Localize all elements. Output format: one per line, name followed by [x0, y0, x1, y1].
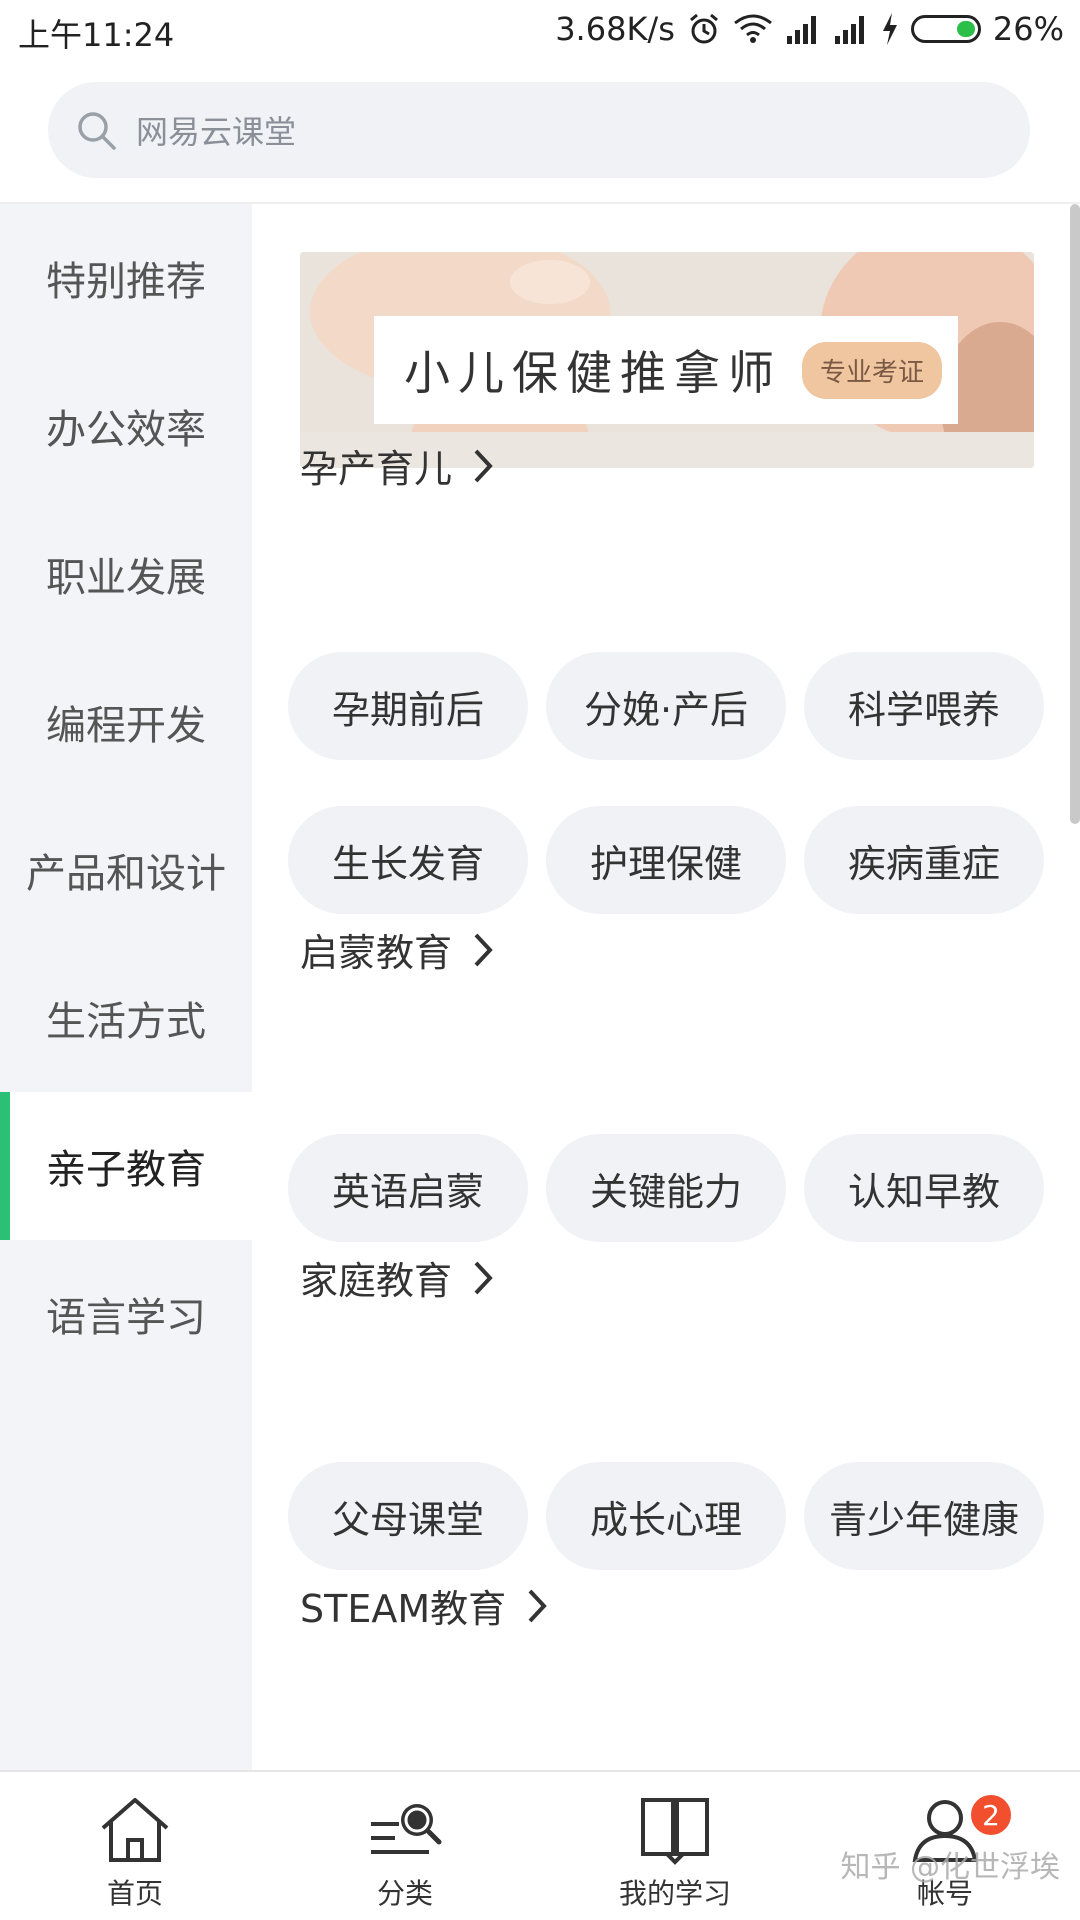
network-speed: 3.68K/s [555, 10, 675, 48]
section-title-label: 孕产育儿 [300, 447, 453, 491]
chip-pregnancy[interactable]: 孕期前后 [288, 652, 528, 760]
sidebar-item-label: 语言学习 [46, 1295, 206, 1341]
watermark: 知乎 @化世浮埃 [840, 1850, 1060, 1885]
sidebar-item-career[interactable]: 职业发展 [0, 500, 252, 648]
sidebar-item-parenting[interactable]: 亲子教育 [0, 1092, 252, 1240]
signal-icon [834, 16, 864, 44]
sidebar-item-label: 办公效率 [46, 407, 206, 453]
nav-my-learning[interactable]: 我的学习 [540, 1772, 810, 1920]
nav-label: 分类 [376, 1877, 433, 1910]
charging-icon [882, 13, 897, 45]
banner-label: 小儿保健推拿师 专业考证 [374, 316, 958, 424]
chip-label: 英语启蒙 [331, 1169, 484, 1214]
sidebar-item-programming[interactable]: 编程开发 [0, 648, 252, 796]
chip-label: 认知早教 [847, 1169, 1000, 1214]
status-bar: 上午11:24 3.68K/s 26% [0, 0, 1080, 64]
sidebar-item-office[interactable]: 办公效率 [0, 352, 252, 500]
chip-growth[interactable]: 生长发育 [288, 806, 528, 914]
book-icon [641, 1798, 709, 1865]
chip-key-skills[interactable]: 关键能力 [546, 1134, 786, 1242]
sidebar-item-recommended[interactable]: 特别推荐 [0, 204, 252, 352]
sidebar-item-label: 职业发展 [46, 555, 206, 601]
sidebar-item-language[interactable]: 语言学习 [0, 1240, 252, 1388]
search-icon [78, 112, 116, 150]
wifi-icon [733, 14, 772, 43]
section-title-pregnancy[interactable]: 孕产育儿 [300, 438, 496, 493]
category-content: 小儿保健推拿师 专业考证 孕产育儿 孕期前后 分娩·产后 科学喂养 生长发育 护… [252, 204, 1080, 1770]
nav-home[interactable]: 首页 [0, 1772, 270, 1920]
chip-label: 疾病重症 [847, 841, 1000, 886]
nav-label: 我的学习 [618, 1877, 731, 1910]
chip-label: 关键能力 [589, 1169, 742, 1214]
chip-feeding[interactable]: 科学喂养 [804, 652, 1044, 760]
sidebar-item-label: 特别推荐 [46, 259, 206, 305]
chip-teen-health[interactable]: 青少年健康 [804, 1462, 1044, 1570]
search-placeholder: 网易云课堂 [136, 113, 297, 151]
category-sidebar: 特别推荐 办公效率 职业发展 编程开发 产品和设计 生活方式 亲子教育 语言学习 [0, 204, 252, 1770]
battery-percent: 26% [992, 10, 1064, 48]
search-input[interactable]: 网易云课堂 [48, 82, 1030, 178]
chevron-right-icon [474, 1261, 493, 1294]
promo-banner[interactable]: 小儿保健推拿师 专业考证 [300, 252, 1034, 468]
section-title-enlightenment[interactable]: 启蒙教育 [300, 922, 496, 977]
chip-english[interactable]: 英语启蒙 [288, 1134, 528, 1242]
section-title-family[interactable]: 家庭教育 [300, 1250, 496, 1305]
chip-childbirth[interactable]: 分娩·产后 [546, 652, 786, 760]
chip-psychology[interactable]: 成长心理 [546, 1462, 786, 1570]
section-title-steam[interactable]: STEAM教育 [300, 1578, 550, 1633]
signal-icon [786, 16, 816, 44]
chevron-right-icon [528, 1589, 547, 1622]
chip-label: 护理保健 [589, 841, 742, 886]
status-right: 3.68K/s 26% [555, 10, 1064, 48]
nav-category[interactable]: 分类 [270, 1772, 540, 1920]
sidebar-item-label: 生活方式 [46, 999, 206, 1045]
sidebar-item-lifestyle[interactable]: 生活方式 [0, 944, 252, 1092]
sidebar-item-label: 亲子教育 [46, 1147, 206, 1193]
chip-label: 成长心理 [589, 1497, 742, 1542]
nav-label: 首页 [106, 1877, 163, 1910]
alarm-icon [689, 13, 718, 44]
battery-icon [910, 15, 981, 43]
sidebar-item-label: 编程开发 [46, 703, 206, 749]
chip-cognition[interactable]: 认知早教 [804, 1134, 1044, 1242]
section-title-label: 启蒙教育 [300, 931, 453, 975]
status-time: 上午11:24 [18, 16, 175, 54]
chip-parents[interactable]: 父母课堂 [288, 1462, 528, 1570]
sidebar-item-label: 产品和设计 [26, 851, 226, 897]
category-search-icon [371, 1804, 442, 1854]
chevron-right-icon [474, 933, 493, 966]
chip-care[interactable]: 护理保健 [546, 806, 786, 914]
banner-title: 小儿保健推拿师 [404, 346, 782, 400]
scrollbar[interactable] [1070, 204, 1080, 824]
search-header: 网易云课堂 [0, 64, 1080, 204]
chip-label: 分娩·产后 [583, 687, 749, 732]
chip-label: 生长发育 [331, 841, 484, 886]
chevron-right-icon [474, 449, 493, 482]
chip-label: 孕期前后 [331, 687, 484, 732]
section-title-label: 家庭教育 [300, 1259, 453, 1303]
section-title-label: STEAM教育 [300, 1587, 507, 1631]
chip-label: 科学喂养 [847, 687, 1000, 732]
chip-disease[interactable]: 疾病重症 [804, 806, 1044, 914]
banner-tag: 专业考证 [802, 341, 943, 399]
chip-label: 青少年健康 [828, 1497, 1019, 1542]
sidebar-item-design[interactable]: 产品和设计 [0, 796, 252, 944]
chip-label: 父母课堂 [331, 1497, 484, 1542]
notification-badge: 2 [968, 1792, 1014, 1838]
home-icon [101, 1798, 169, 1862]
